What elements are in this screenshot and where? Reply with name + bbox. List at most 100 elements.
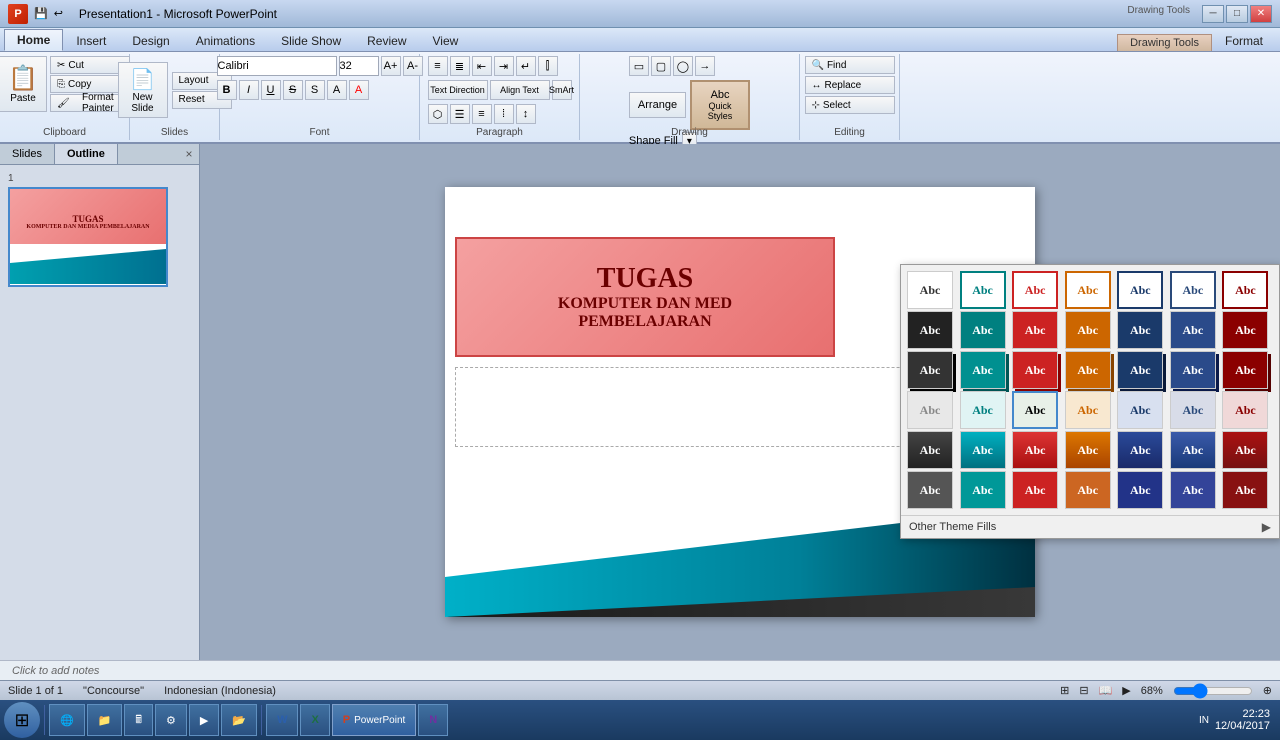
tab-design[interactable]: Design bbox=[119, 30, 182, 51]
tab-review[interactable]: Review bbox=[354, 30, 419, 51]
other-theme-fills-link[interactable]: Other Theme Fills bbox=[909, 521, 996, 533]
line-spacing-button[interactable]: ↕ bbox=[516, 104, 536, 124]
font-color-button[interactable]: A bbox=[349, 80, 369, 100]
replace-button[interactable]: ↔ Replace bbox=[805, 76, 895, 94]
sidebar-close-button[interactable]: × bbox=[179, 144, 199, 164]
shape-oval-button[interactable]: ◯ bbox=[673, 56, 693, 76]
qs-item-5-3[interactable]: Abc bbox=[1012, 431, 1058, 469]
taskbar-folder[interactable]: 📂 bbox=[221, 704, 257, 736]
sidebar-tab-slides[interactable]: Slides bbox=[0, 144, 55, 164]
qs-item-6-1[interactable]: Abc bbox=[907, 471, 953, 509]
qs-item-1-1[interactable]: Abc bbox=[907, 271, 953, 309]
text-direction-button[interactable]: Text Direction bbox=[428, 80, 488, 100]
qs-item-2-1[interactable]: Abc bbox=[907, 311, 953, 349]
qs-item-4-2[interactable]: Abc bbox=[960, 391, 1006, 429]
select-button[interactable]: ⊹ Select bbox=[805, 96, 895, 114]
font-size-input[interactable] bbox=[339, 56, 379, 76]
list-bullet-button[interactable]: ≡ bbox=[428, 56, 448, 76]
clear-format-button[interactable]: A bbox=[327, 80, 347, 100]
list-number-button[interactable]: ≣ bbox=[450, 56, 470, 76]
qs-item-4-3[interactable]: Abc bbox=[1012, 391, 1058, 429]
qs-item-1-3[interactable]: Abc bbox=[1012, 271, 1058, 309]
qs-item-1-2[interactable]: Abc bbox=[960, 271, 1006, 309]
qs-item-4-4[interactable]: Abc bbox=[1065, 391, 1111, 429]
zoom-fit-icon[interactable]: ⊕ bbox=[1263, 684, 1272, 697]
qs-item-4-1[interactable]: Abc bbox=[907, 391, 953, 429]
view-normal-icon[interactable]: ⊞ bbox=[1060, 684, 1069, 697]
qs-item-4-5[interactable]: Abc bbox=[1117, 391, 1163, 429]
paste-button[interactable]: 📋 Paste bbox=[0, 56, 47, 112]
qs-item-3-3[interactable]: Abc bbox=[1012, 351, 1058, 389]
tab-slideshow[interactable]: Slide Show bbox=[268, 30, 354, 51]
taskbar-explorer[interactable]: 📁 bbox=[87, 704, 123, 736]
view-slidesorter-icon[interactable]: ⊟ bbox=[1079, 684, 1088, 697]
indent-decrease-button[interactable]: ⇤ bbox=[472, 56, 492, 76]
taskbar-powerpoint[interactable]: P PowerPoint bbox=[332, 704, 416, 736]
rtl-button[interactable]: ↵ bbox=[516, 56, 536, 76]
tab-insert[interactable]: Insert bbox=[63, 30, 119, 51]
qs-item-3-4[interactable]: Abc bbox=[1065, 351, 1111, 389]
start-button[interactable]: ⊞ bbox=[4, 702, 40, 738]
columns-button[interactable]: ⫿ bbox=[538, 56, 558, 76]
qs-item-5-2[interactable]: Abc bbox=[960, 431, 1006, 469]
taskbar-control[interactable]: ⚙ bbox=[155, 704, 187, 736]
qs-item-3-7[interactable]: Abc bbox=[1222, 351, 1268, 389]
qs-item-2-3[interactable]: Abc bbox=[1012, 311, 1058, 349]
qs-item-2-4[interactable]: Abc bbox=[1065, 311, 1111, 349]
tab-view[interactable]: View bbox=[420, 30, 472, 51]
shape-rect-button[interactable]: ▭ bbox=[629, 56, 649, 76]
qs-item-2-5[interactable]: Abc bbox=[1117, 311, 1163, 349]
qs-item-3-5[interactable]: Abc bbox=[1117, 351, 1163, 389]
align-center-button[interactable]: ☰ bbox=[450, 104, 470, 124]
qs-item-6-3[interactable]: Abc bbox=[1012, 471, 1058, 509]
slide-thumbnail[interactable]: TUGAS KOMPUTER DAN MEDIA PEMBELAJARAN bbox=[8, 187, 168, 287]
font-name-input[interactable] bbox=[217, 56, 337, 76]
qs-item-3-1[interactable]: Abc bbox=[907, 351, 953, 389]
qs-item-2-2[interactable]: Abc bbox=[960, 311, 1006, 349]
close-button[interactable]: ✕ bbox=[1250, 5, 1272, 23]
qs-item-2-7[interactable]: Abc bbox=[1222, 311, 1268, 349]
align-right-button[interactable]: ≡ bbox=[472, 104, 492, 124]
italic-button[interactable]: I bbox=[239, 80, 259, 100]
indent-increase-button[interactable]: ⇥ bbox=[494, 56, 514, 76]
taskbar-calc[interactable]: 🖩 bbox=[124, 704, 153, 736]
qs-item-4-7[interactable]: Abc bbox=[1222, 391, 1268, 429]
qs-item-3-2[interactable]: Abc bbox=[960, 351, 1006, 389]
qs-item-5-6[interactable]: Abc bbox=[1170, 431, 1216, 469]
quick-access-save[interactable]: 💾 bbox=[34, 7, 48, 20]
sidebar-tab-outline[interactable]: Outline bbox=[55, 144, 118, 164]
shape-rounded-button[interactable]: ▢ bbox=[651, 56, 671, 76]
justify-button[interactable]: ⁞ bbox=[494, 104, 514, 124]
zoom-slider[interactable] bbox=[1173, 683, 1253, 699]
taskbar-chrome[interactable]: 🌐 bbox=[49, 704, 85, 736]
qs-item-6-2[interactable]: Abc bbox=[960, 471, 1006, 509]
qs-item-1-6[interactable]: Abc bbox=[1170, 271, 1216, 309]
font-increase-button[interactable]: A+ bbox=[381, 56, 401, 76]
qs-item-4-6[interactable]: Abc bbox=[1170, 391, 1216, 429]
find-button[interactable]: 🔍 Find bbox=[805, 56, 895, 74]
tab-animations[interactable]: Animations bbox=[183, 30, 268, 51]
tab-home[interactable]: Home bbox=[4, 29, 63, 51]
quick-styles-button[interactable]: Abc Quick Styles bbox=[690, 80, 750, 130]
qs-item-5-5[interactable]: Abc bbox=[1117, 431, 1163, 469]
align-text-button[interactable]: Align Text bbox=[490, 80, 550, 100]
restore-button[interactable]: □ bbox=[1226, 5, 1248, 23]
qs-item-3-6[interactable]: Abc bbox=[1170, 351, 1216, 389]
qs-item-6-4[interactable]: Abc bbox=[1065, 471, 1111, 509]
slide-header-box[interactable]: TUGAS KOMPUTER DAN MED PEMBELAJARAN bbox=[455, 237, 835, 357]
new-slide-button[interactable]: 📄 New Slide bbox=[118, 62, 168, 118]
bold-button[interactable]: B bbox=[217, 80, 237, 100]
taskbar-word[interactable]: W bbox=[266, 704, 298, 736]
quick-access-undo[interactable]: ↩ bbox=[54, 7, 63, 20]
qs-item-2-6[interactable]: Abc bbox=[1170, 311, 1216, 349]
underline-button[interactable]: U bbox=[261, 80, 281, 100]
strikethrough-button[interactable]: S bbox=[283, 80, 303, 100]
qs-item-1-4[interactable]: Abc bbox=[1065, 271, 1111, 309]
notes-bar[interactable]: Click to add notes bbox=[0, 660, 1280, 680]
shadow-button[interactable]: S bbox=[305, 80, 325, 100]
taskbar-media[interactable]: ▶ bbox=[189, 704, 219, 736]
view-slideshow-icon[interactable]: ▶ bbox=[1122, 684, 1130, 697]
qs-item-1-5[interactable]: Abc bbox=[1117, 271, 1163, 309]
taskbar-excel[interactable]: X bbox=[300, 704, 329, 736]
qs-item-1-7[interactable]: Abc bbox=[1222, 271, 1268, 309]
